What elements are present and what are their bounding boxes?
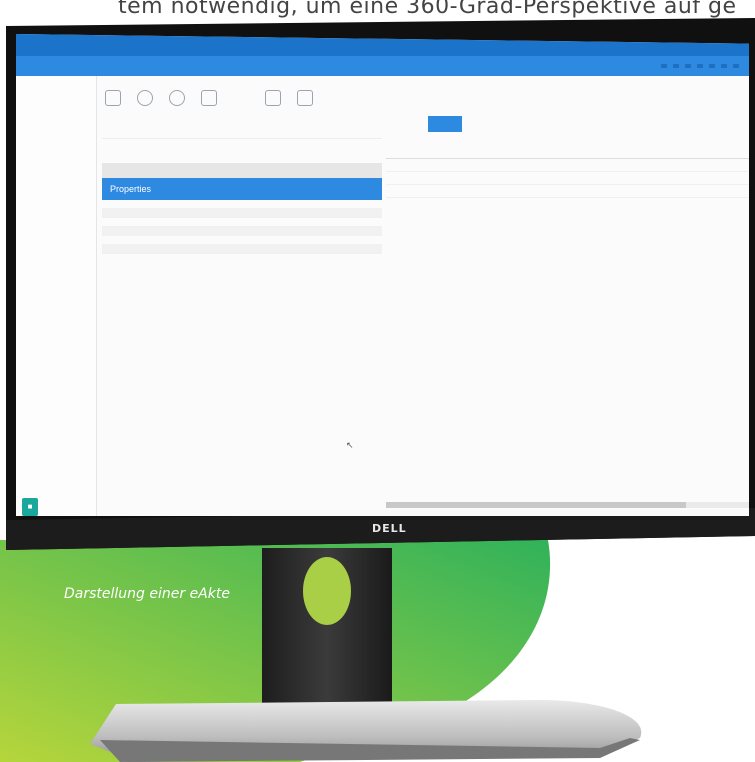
- dell-logo: DELL: [372, 522, 407, 535]
- ribbon-button[interactable]: [102, 90, 124, 130]
- record-detail: Properties: [102, 130, 382, 254]
- scrollbar-thumb[interactable]: [386, 502, 686, 508]
- ribbon-button[interactable]: [166, 90, 188, 130]
- table-row[interactable]: [386, 159, 749, 172]
- ribbon-button[interactable]: [134, 90, 156, 130]
- share-icon: [234, 90, 248, 104]
- top-nav: [661, 64, 739, 68]
- top-nav-item[interactable]: [721, 64, 727, 68]
- detail-title: [102, 130, 382, 139]
- ribbon-button[interactable]: [230, 90, 252, 130]
- sidebar: ■: [16, 76, 97, 516]
- user-icon: [201, 90, 217, 106]
- ribbon-button[interactable]: [198, 90, 220, 130]
- mouse-cursor-icon: ↖: [346, 440, 354, 450]
- refresh-icon: [137, 90, 153, 106]
- property-row: [102, 227, 382, 236]
- table-row[interactable]: [386, 172, 749, 185]
- app-navbar: [16, 56, 749, 76]
- property-row: [102, 209, 382, 218]
- table-row[interactable]: [386, 185, 749, 198]
- screen: ■ Properties ↖: [16, 34, 749, 516]
- tab[interactable]: [496, 121, 507, 127]
- sidebar-item[interactable]: [16, 126, 96, 138]
- horizontal-scrollbar[interactable]: [386, 502, 749, 508]
- document-icon: [105, 90, 121, 106]
- sidebar-item[interactable]: [16, 114, 96, 126]
- properties-table: [102, 200, 382, 254]
- top-nav-item[interactable]: [661, 64, 667, 68]
- documents-pane: [386, 114, 749, 514]
- search-icon: [169, 90, 185, 106]
- table-header: [386, 150, 749, 159]
- chat-icon[interactable]: ■: [22, 498, 38, 516]
- sidebar-item[interactable]: [16, 138, 96, 150]
- report-icon: [297, 90, 313, 106]
- summary-box: [102, 163, 382, 178]
- tab[interactable]: [518, 121, 524, 127]
- top-nav-item[interactable]: [697, 64, 703, 68]
- sidebar-item[interactable]: [16, 150, 96, 162]
- property-row: [102, 245, 382, 254]
- property-row: [102, 236, 382, 245]
- tab[interactable]: [407, 121, 418, 127]
- tab-active[interactable]: [428, 116, 463, 132]
- sidebar-item[interactable]: [16, 90, 96, 102]
- properties-header[interactable]: Properties: [102, 178, 382, 200]
- ribbon-toolbar: [102, 90, 382, 130]
- sidebar-item[interactable]: [16, 102, 96, 114]
- tab-bar: [386, 114, 749, 134]
- tab[interactable]: [472, 121, 486, 127]
- top-nav-item[interactable]: [733, 64, 739, 68]
- tab[interactable]: [386, 121, 397, 127]
- top-nav-item[interactable]: [685, 64, 691, 68]
- detail-row: [102, 147, 382, 155]
- ribbon-button[interactable]: [294, 90, 316, 130]
- property-row: [102, 218, 382, 227]
- list-icon: [265, 90, 281, 106]
- top-nav-item[interactable]: [709, 64, 715, 68]
- ribbon-button[interactable]: [262, 90, 284, 130]
- detail-row: [102, 139, 382, 147]
- property-row: [102, 200, 382, 209]
- top-nav-item[interactable]: [673, 64, 679, 68]
